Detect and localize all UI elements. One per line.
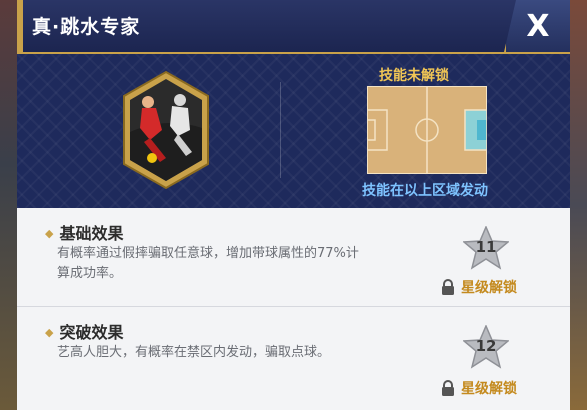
star-level-badge: 12 [462, 324, 510, 369]
diamond-bullet-icon: ◆ [45, 227, 54, 240]
skill-area-label: 技能在以上区域发动 [362, 183, 488, 199]
star-level-number: 12 [475, 337, 497, 355]
close-icon: X [526, 8, 550, 44]
star-unlock-label: 星级解锁 [441, 277, 517, 297]
effect-title: ◆ 基础效果 [45, 224, 124, 243]
pitch-area-icon [367, 86, 487, 174]
effect-description: 艺高人胆大，有概率在禁区内发动，骗取点球。 [57, 345, 331, 360]
skill-dialog: 真·跳水专家 X 技能未解锁 技能在以上区域发动 ◆ 基础效果 有概率通过假摔骗… [17, 0, 570, 410]
skill-badge-icon [123, 70, 209, 190]
breakthrough-effect-row: ◆ 突破效果 艺高人胆大，有概率在禁区内发动，骗取点球。 12 星级解锁 [17, 307, 570, 410]
title-accent [17, 0, 23, 52]
title-bar: 真·跳水专家 X [17, 0, 570, 54]
dialog-title: 真·跳水专家 [32, 16, 141, 38]
panel-divider [280, 82, 281, 178]
lock-icon [442, 279, 454, 295]
lock-icon [442, 380, 454, 396]
effect-title: ◆ 突破效果 [45, 323, 124, 342]
skill-locked-label: 技能未解锁 [379, 68, 449, 84]
star-level-badge: 11 [462, 225, 510, 270]
star-unlock-label: 星级解锁 [441, 378, 517, 398]
basic-effect-row: ◆ 基础效果 有概率通过假摔骗取任意球，增加带球属性的77%计 算成功率。 11 … [17, 208, 570, 307]
effect-description: 有概率通过假摔骗取任意球，增加带球属性的77%计 算成功率。 [57, 246, 359, 281]
star-level-number: 11 [475, 238, 497, 256]
diamond-bullet-icon: ◆ [45, 326, 54, 339]
skill-panel: 技能未解锁 技能在以上区域发动 [17, 54, 570, 208]
close-button[interactable]: X [504, 0, 570, 52]
